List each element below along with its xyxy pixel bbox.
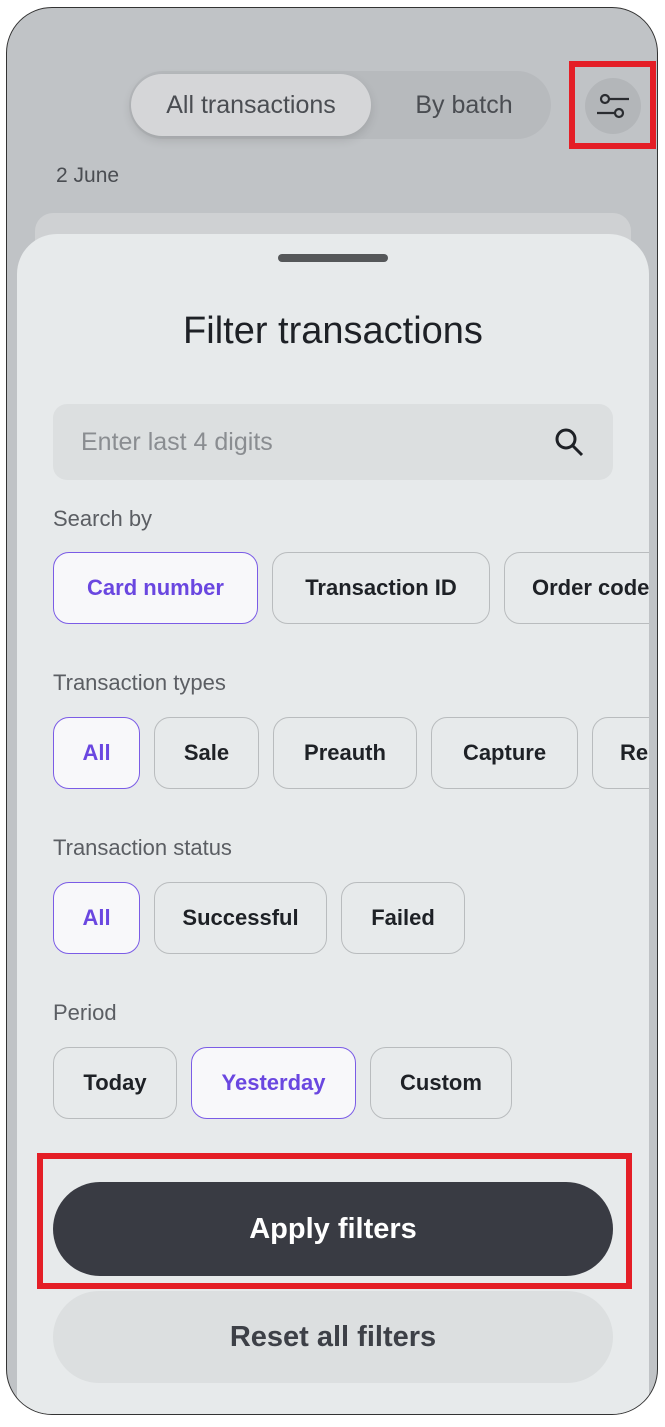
chip-type-refund[interactable]: Re [592,717,649,789]
chip-type-sale[interactable]: Sale [154,717,259,789]
chip-status-successful[interactable]: Successful [154,882,327,954]
chip-type-preauth[interactable]: Preauth [273,717,417,789]
tab-by-batch[interactable]: By batch [377,71,551,139]
search-field[interactable] [53,404,613,480]
transaction-types-options: All Sale Preauth Capture Re [53,717,649,789]
chip-order-code[interactable]: Order code [504,552,649,624]
chip-transaction-id[interactable]: Transaction ID [272,552,490,624]
sliders-icon [597,93,629,119]
filter-sheet: Filter transactions Search by Card numbe… [17,234,649,1414]
search-by-label: Search by [53,506,153,531]
apply-filters-button[interactable]: Apply filters [53,1182,613,1276]
sheet-title: Filter transactions [183,310,483,352]
search-by-options: Card number Transaction ID Order code [53,552,649,624]
period-options: Today Yesterday Custom [53,1047,512,1119]
reset-filters-button[interactable]: Reset all filters [53,1291,613,1383]
view-toggle: All transactions By batch [129,71,551,139]
tab-all-transactions[interactable]: All transactions [131,74,371,136]
transaction-status-options: All Successful Failed [53,882,465,954]
chip-status-all[interactable]: All [53,882,140,954]
filter-button[interactable] [585,78,641,134]
search-input[interactable] [81,427,521,457]
chip-type-all[interactable]: All [53,717,140,789]
chip-type-capture[interactable]: Capture [431,717,578,789]
date-header: 2 June [56,164,120,187]
chip-card-number[interactable]: Card number [53,552,258,624]
drag-handle[interactable] [278,254,388,262]
period-label: Period [53,1000,117,1025]
chip-period-yesterday[interactable]: Yesterday [191,1047,356,1119]
phone-screen: All transactions By batch 2 June Filter … [6,7,658,1415]
transaction-types-label: Transaction types [53,670,226,695]
chip-status-failed[interactable]: Failed [341,882,465,954]
transaction-status-label: Transaction status [53,835,232,860]
search-icon[interactable] [553,426,585,458]
chip-period-today[interactable]: Today [53,1047,177,1119]
chip-period-custom[interactable]: Custom [370,1047,512,1119]
